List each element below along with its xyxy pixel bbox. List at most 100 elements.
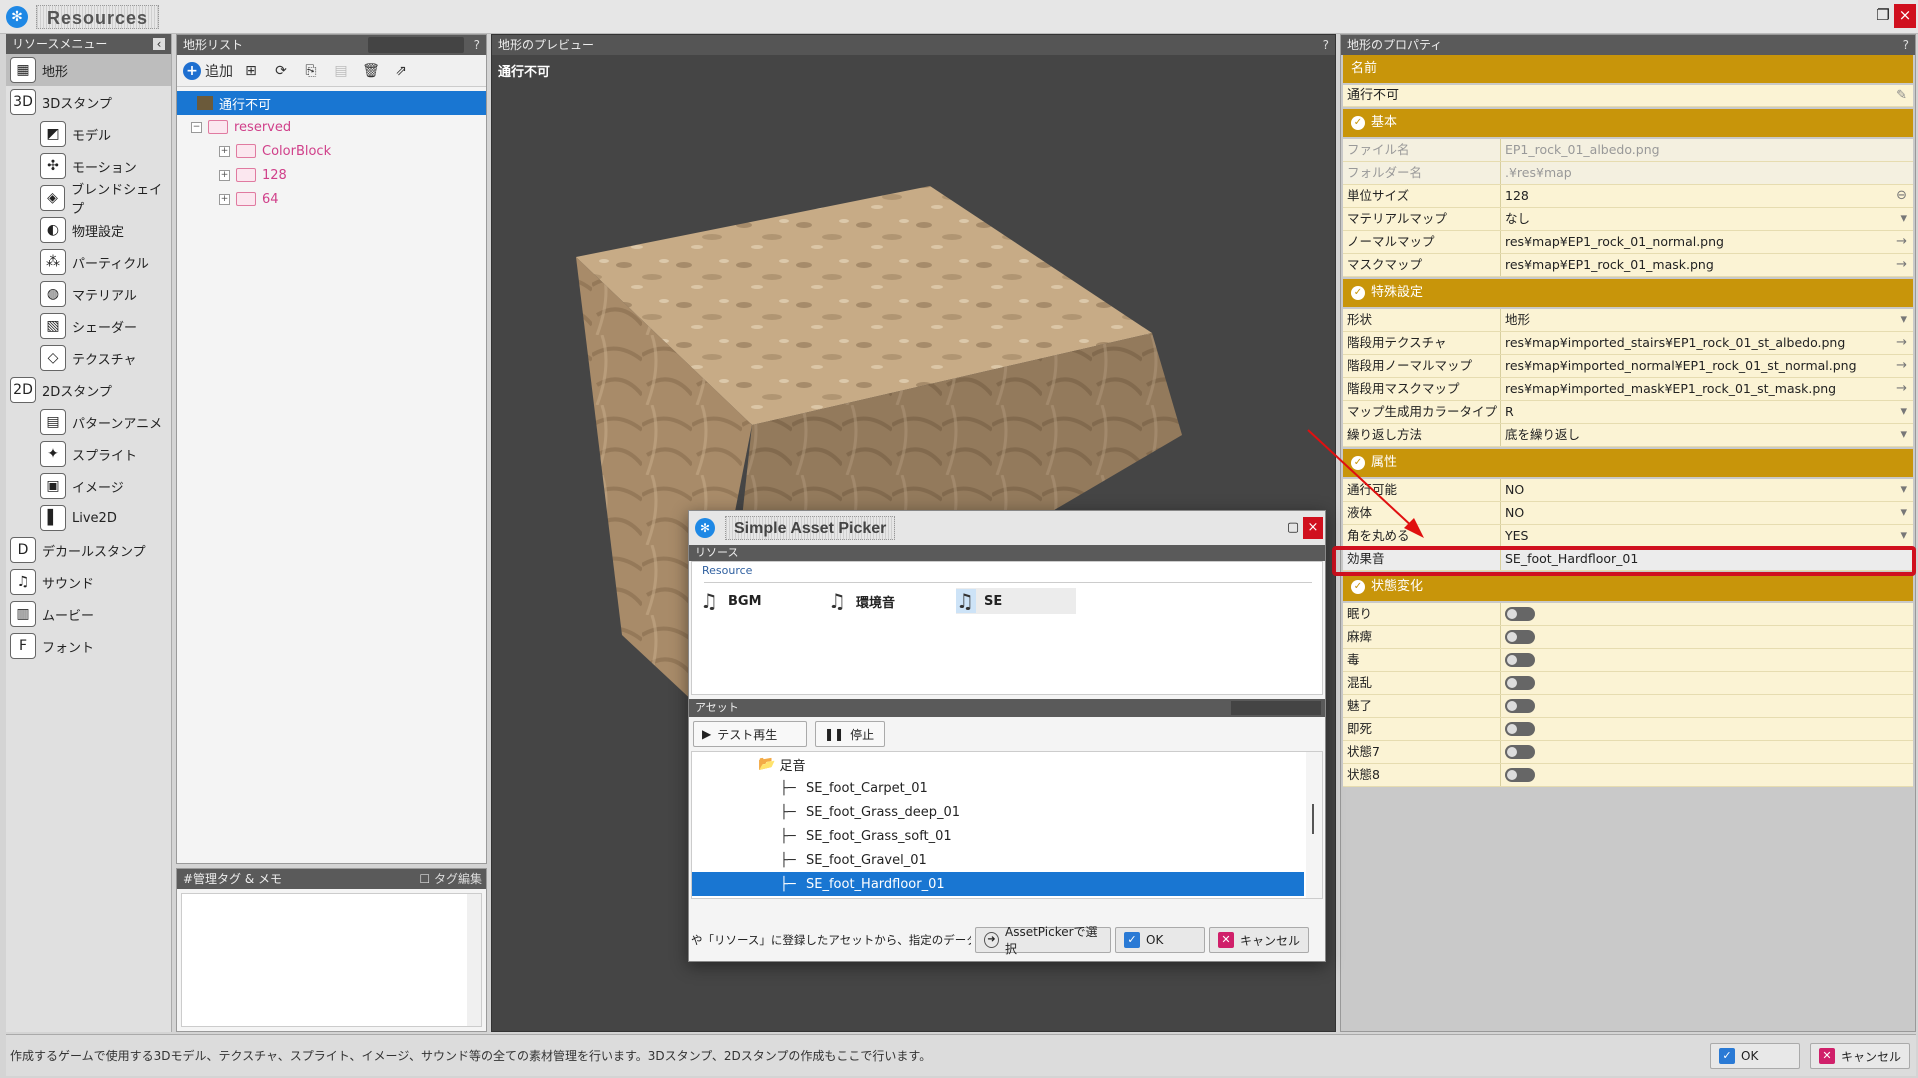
- property-value[interactable]: [1501, 741, 1913, 763]
- memo-textarea[interactable]: [181, 893, 482, 1027]
- property-value[interactable]: [1501, 695, 1913, 717]
- section-header[interactable]: ✓ 基本: [1343, 109, 1913, 137]
- terrain-search-input[interactable]: [368, 37, 464, 53]
- property-row[interactable]: 階段用テクスチャ res¥map¥imported_stairs¥EP1_rock…: [1343, 332, 1913, 355]
- collapse-icon[interactable]: −: [191, 121, 202, 133]
- asset-folder-footsteps[interactable]: 📂 足音: [692, 752, 1322, 776]
- open-file-icon[interactable]: →: [1896, 355, 1907, 377]
- property-value[interactable]: 底を繰り返し ▾: [1501, 424, 1913, 446]
- property-row[interactable]: ノーマルマップ res¥map¥EP1_rock_01_normal.png →: [1343, 231, 1913, 254]
- property-row[interactable]: 階段用ノーマルマップ res¥map¥imported_normal¥EP1_ro…: [1343, 355, 1913, 378]
- menu-item-sound[interactable]: ♫ サウンド: [6, 566, 171, 598]
- property-row[interactable]: 麻痺: [1343, 626, 1913, 649]
- property-value[interactable]: [1501, 718, 1913, 740]
- maximize-icon[interactable]: ▢: [1283, 517, 1303, 539]
- dropdown-icon[interactable]: ▾: [1900, 525, 1907, 547]
- property-row[interactable]: 階段用マスクマップ res¥map¥imported_mask¥EP1_rock_…: [1343, 378, 1913, 401]
- dropdown-icon[interactable]: ▾: [1900, 502, 1907, 524]
- property-row[interactable]: 魅了: [1343, 695, 1913, 718]
- property-value[interactable]: [1501, 626, 1913, 648]
- menu-item-2d[interactable]: 2D 2Dスタンプ: [6, 374, 171, 406]
- menu-item-3d[interactable]: 3D 3Dスタンプ: [6, 86, 171, 118]
- tree-item-128[interactable]: +128: [177, 163, 486, 187]
- main-ok-button[interactable]: ✓ OK: [1710, 1043, 1800, 1069]
- menu-item-texture[interactable]: ◇ テクスチャ: [6, 342, 171, 374]
- open-file-icon[interactable]: →: [1896, 231, 1907, 253]
- property-row[interactable]: マスクマップ res¥map¥EP1_rock_01_mask.png →: [1343, 254, 1913, 277]
- export-icon[interactable]: ⇗: [389, 59, 413, 83]
- toggle-switch[interactable]: [1505, 630, 1535, 644]
- test-play-button[interactable]: ▶ テスト再生: [693, 721, 807, 747]
- toggle-switch[interactable]: [1505, 768, 1535, 782]
- tree-item-64[interactable]: +64: [177, 187, 486, 211]
- resource-ambient[interactable]: ♫ 環境音: [828, 588, 895, 614]
- toggle-switch[interactable]: [1505, 676, 1535, 690]
- menu-item-motion[interactable]: ✣ モーション: [6, 150, 171, 182]
- add-button[interactable]: + 追加: [183, 59, 233, 83]
- tree-item-impassable[interactable]: 通行不可: [177, 91, 486, 115]
- property-value[interactable]: res¥map¥imported_stairs¥EP1_rock_01_st_a…: [1501, 332, 1913, 354]
- dropdown-icon[interactable]: ⊖: [1896, 185, 1907, 207]
- expand-icon[interactable]: +: [219, 193, 230, 205]
- property-row[interactable]: 単位サイズ 128 ⊖: [1343, 185, 1913, 208]
- toggle-switch[interactable]: [1505, 653, 1535, 667]
- open-file-icon[interactable]: →: [1896, 254, 1907, 276]
- property-value[interactable]: .¥res¥map: [1501, 162, 1913, 184]
- paste-icon[interactable]: ▤: [329, 59, 353, 83]
- dropdown-icon[interactable]: ▾: [1900, 479, 1907, 501]
- property-row[interactable]: 眠り: [1343, 603, 1913, 626]
- property-value[interactable]: YES ▾: [1501, 525, 1913, 547]
- menu-item-pattern-anim[interactable]: ▤ パターンアニメ: [6, 406, 171, 438]
- asset-item[interactable]: ├─ SE_foot_Grass_soft_01: [692, 824, 1322, 848]
- open-file-icon[interactable]: →: [1896, 332, 1907, 354]
- add-folder-icon[interactable]: ⊞: [239, 59, 263, 83]
- tag-edit-toggle[interactable]: ☐ タグ編集: [419, 869, 482, 889]
- property-value[interactable]: res¥map¥EP1_rock_01_mask.png →: [1501, 254, 1913, 276]
- expand-icon[interactable]: +: [219, 169, 230, 181]
- menu-item-physics[interactable]: ◐ 物理設定: [6, 214, 171, 246]
- asset-item[interactable]: ├─ SE_foot_Gravel_01: [692, 848, 1322, 872]
- open-file-icon[interactable]: →: [1896, 378, 1907, 400]
- dialog-cancel-button[interactable]: ✕ キャンセル: [1209, 927, 1309, 953]
- property-row[interactable]: 状態8: [1343, 764, 1913, 787]
- dialog-ok-button[interactable]: ✓ OK: [1115, 927, 1205, 953]
- refresh-icon[interactable]: ⟳: [269, 59, 293, 83]
- menu-item-movie[interactable]: ▥ ムービー: [6, 598, 171, 630]
- property-value[interactable]: 128 ⊖: [1501, 185, 1913, 207]
- main-cancel-button[interactable]: ✕ キャンセル: [1810, 1043, 1910, 1069]
- section-header[interactable]: ✓ 特殊設定: [1343, 279, 1913, 307]
- property-value[interactable]: [1501, 649, 1913, 671]
- close-icon[interactable]: ×: [1894, 4, 1916, 28]
- delete-icon[interactable]: 🗑: [359, 59, 383, 83]
- copy-icon[interactable]: ⎘: [299, 59, 323, 83]
- menu-item-terrain[interactable]: ▦ 地形: [6, 54, 171, 86]
- restore-icon[interactable]: ❐: [1872, 4, 1894, 28]
- menu-item-font[interactable]: F フォント: [6, 630, 171, 662]
- property-value[interactable]: R ▾: [1501, 401, 1913, 423]
- menu-item-live2d[interactable]: ▌ Live2D: [6, 502, 171, 534]
- toggle-switch[interactable]: [1505, 745, 1535, 759]
- property-value[interactable]: [1501, 603, 1913, 625]
- asset-item[interactable]: ├─ SE_foot_Grass_deep_01: [692, 800, 1322, 824]
- property-value[interactable]: なし ▾: [1501, 208, 1913, 230]
- property-value[interactable]: 地形 ▾: [1501, 309, 1913, 331]
- pencil-icon[interactable]: ✎: [1896, 85, 1907, 107]
- tree-item-colorblock[interactable]: + ColorBlock: [177, 139, 486, 163]
- property-value[interactable]: NO ▾: [1501, 502, 1913, 524]
- property-row[interactable]: フォルダー名 .¥res¥map: [1343, 162, 1913, 185]
- asset-item-selected[interactable]: ├─ SE_foot_Hardfloor_01: [692, 872, 1304, 896]
- menu-item-particle[interactable]: ⁂ パーティクル: [6, 246, 171, 278]
- memo-scrollbar[interactable]: [467, 894, 481, 1026]
- name-field[interactable]: 通行不可 ✎: [1343, 85, 1913, 107]
- property-row[interactable]: 毒: [1343, 649, 1913, 672]
- tree-item-reserved[interactable]: − reserved: [177, 115, 486, 139]
- property-value[interactable]: res¥map¥EP1_rock_01_normal.png →: [1501, 231, 1913, 253]
- property-value[interactable]: res¥map¥imported_normal¥EP1_rock_01_st_n…: [1501, 355, 1913, 377]
- property-row[interactable]: マップ生成用カラータイプ R ▾: [1343, 401, 1913, 424]
- assetpicker-select-button[interactable]: ➜ AssetPickerで選択: [975, 925, 1111, 956]
- dropdown-icon[interactable]: ▾: [1900, 401, 1907, 423]
- dropdown-icon[interactable]: ▾: [1900, 424, 1907, 446]
- menu-item-blendshape[interactable]: ◈ ブレンドシェイプ: [6, 182, 171, 217]
- property-value[interactable]: [1501, 764, 1913, 786]
- menu-item-image[interactable]: ▣ イメージ: [6, 470, 171, 502]
